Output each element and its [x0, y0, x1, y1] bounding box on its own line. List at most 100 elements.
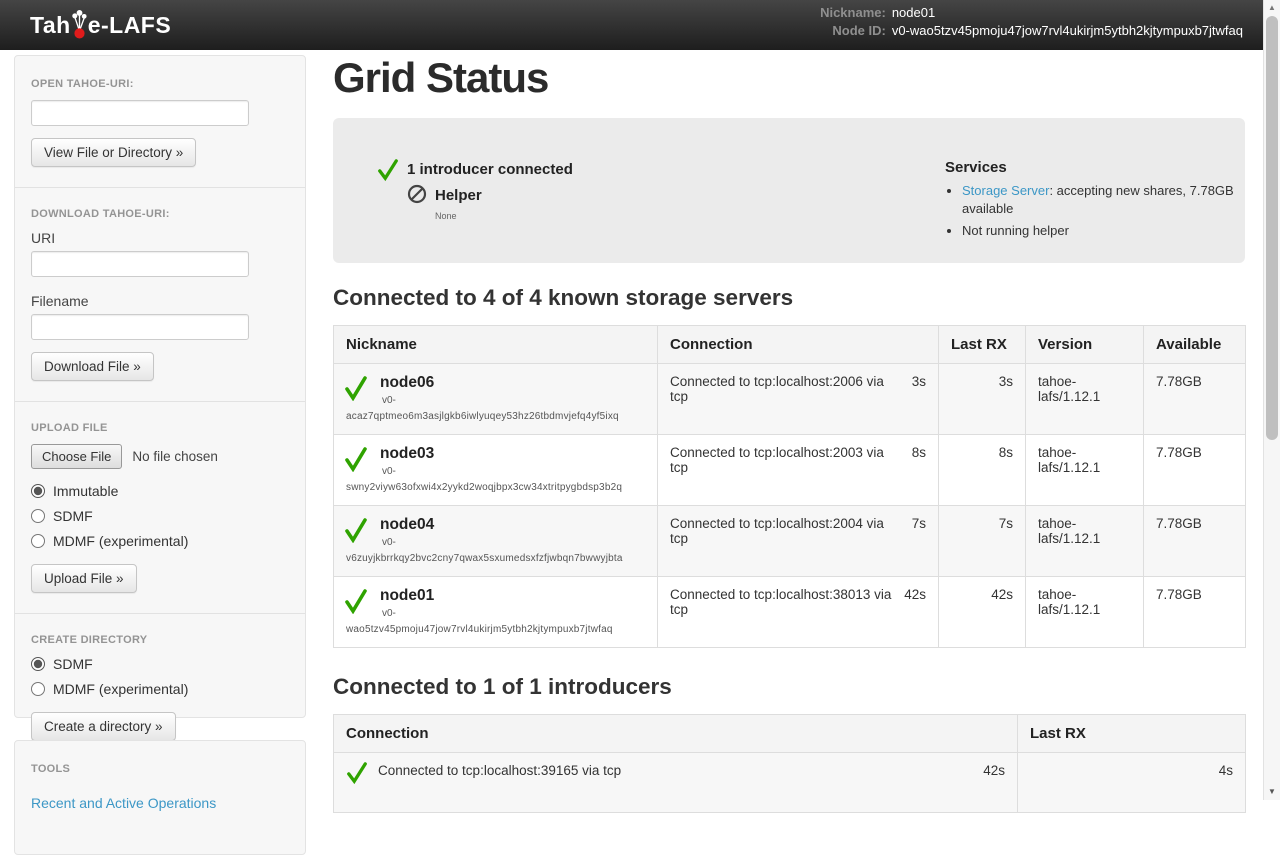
version-value: tahoe-lafs/1.12.1: [1026, 435, 1144, 506]
introducers-table-header: ConnectionLast RX: [334, 715, 1246, 753]
server-nickname: node06: [380, 374, 645, 393]
introducer-status: 1 introducer connected: [377, 158, 945, 182]
connection-text: Connected to tcp:localhost:2003 via tcp: [670, 445, 904, 475]
server-nodeid: v0-acaz7qptmeo6m3asjlgkb6iwlyuqey53hz26t…: [346, 395, 645, 423]
radio-label: MDMF (experimental): [53, 681, 188, 697]
column-header: Connection: [334, 715, 1018, 753]
mkdir-format-radio[interactable]: SDMF: [31, 656, 289, 672]
storage-server-link[interactable]: Storage Server: [962, 183, 1049, 198]
status-summary-box: 1 introducer connected Helper None Servi…: [333, 118, 1245, 263]
divider: [15, 187, 305, 188]
radio-label: SDMF: [53, 508, 93, 524]
helper-value: None: [435, 211, 945, 221]
column-header: Connection: [658, 326, 939, 364]
divider: [15, 613, 305, 614]
connected-check-icon: [344, 446, 368, 472]
create-directory-label: CREATE DIRECTORY: [31, 634, 289, 646]
helper-status: Helper: [407, 184, 945, 208]
choose-file-button[interactable]: Choose File: [31, 444, 122, 469]
radio-label: Immutable: [53, 483, 118, 499]
logo-text-prefix: Tah: [30, 12, 71, 39]
introducer-row: Connected to tcp:localhost:39165 via tcp…: [334, 753, 1246, 813]
upload-format-radio[interactable]: Immutable: [31, 483, 289, 499]
view-file-button[interactable]: View File or Directory »: [31, 138, 196, 167]
storage-servers-heading: Connected to 4 of 4 known storage server…: [333, 285, 1245, 311]
download-file-button[interactable]: Download File »: [31, 352, 154, 381]
column-header: Nickname: [334, 326, 658, 364]
download-uri-input[interactable]: [31, 251, 249, 277]
services-list: Storage Server: accepting new shares, 7.…: [945, 182, 1245, 240]
connected-check-icon: [344, 517, 368, 543]
connected-check-icon: [344, 375, 368, 401]
sidebar-forms-panel: OPEN TAHOE-URI: View File or Directory »…: [14, 55, 306, 718]
upload-format-radio[interactable]: MDMF (experimental): [31, 533, 289, 549]
sidebar-tools-panel: TOOLS Recent and Active Operations: [14, 740, 306, 855]
last-rx-value: 42s: [939, 577, 1026, 648]
recent-operations-link[interactable]: Recent and Active Operations: [31, 795, 216, 811]
uri-field-label: URI: [31, 230, 289, 246]
nickname-value: node01: [892, 6, 1243, 20]
main-content: Grid Status 1 introducer connected Helpe…: [333, 50, 1245, 813]
version-value: tahoe-lafs/1.12.1: [1026, 364, 1144, 435]
available-value: 7.78GB: [1144, 435, 1246, 506]
connected-check-icon: [344, 588, 368, 614]
column-header: Available: [1144, 326, 1246, 364]
download-filename-input[interactable]: [31, 314, 249, 340]
tools-label: TOOLS: [31, 763, 289, 775]
connected-check-icon: [377, 158, 399, 182]
mkdir-format-radio[interactable]: MDMF (experimental): [31, 681, 289, 697]
connection-text: Connected to tcp:localhost:2006 via tcp: [670, 374, 904, 404]
filename-field-label: Filename: [31, 293, 289, 309]
server-nickname: node03: [380, 445, 645, 464]
connection-text: Connected to tcp:localhost:39165 via tcp: [378, 763, 621, 778]
server-nodeid: v0-v6zuyjkbrrkqy2bvc2cny7qwax5sxumedsxfz…: [346, 537, 645, 565]
connected-check-icon: [346, 761, 368, 785]
scrollbar-down-icon[interactable]: ▼: [1264, 784, 1280, 800]
available-value: 7.78GB: [1144, 506, 1246, 577]
download-uri-label: DOWNLOAD TAHOE-URI:: [31, 208, 289, 220]
connection-time: 8s: [912, 445, 926, 475]
logo-balloon-icon: [71, 8, 88, 40]
helper-none-icon: [407, 184, 427, 208]
storage-table-header: NicknameConnectionLast RXVersionAvailabl…: [334, 326, 1246, 364]
upload-format-radio[interactable]: SDMF: [31, 508, 289, 524]
connection-time: 7s: [912, 516, 926, 546]
scrollbar[interactable]: ▲ ▼: [1263, 0, 1280, 800]
server-nodeid: v0-wao5tzv45pmoju47jow7rvl4ukirjm5ytbh2k…: [346, 608, 645, 636]
scrollbar-thumb[interactable]: [1266, 16, 1278, 440]
app-logo: Tah e-LAFS: [30, 9, 171, 41]
radio-label: SDMF: [53, 656, 93, 672]
radio-input[interactable]: [31, 682, 45, 696]
radio-input[interactable]: [31, 509, 45, 523]
introducer-status-text: 1 introducer connected: [407, 158, 573, 178]
node-info: Nickname: node01 Node ID: v0-wao5tzv45pm…: [820, 6, 1243, 38]
scrollbar-up-icon[interactable]: ▲: [1264, 0, 1280, 16]
open-uri-input[interactable]: [31, 100, 249, 126]
helper-label: Helper: [435, 184, 482, 204]
services-title: Services: [945, 159, 1245, 176]
nickname-label: Nickname:: [820, 6, 886, 20]
file-chosen-status: No file chosen: [132, 449, 218, 464]
connection-text: Connected to tcp:localhost:38013 via tcp: [670, 587, 896, 617]
column-header: Last RX: [1018, 715, 1246, 753]
upload-file-button[interactable]: Upload File »: [31, 564, 137, 593]
last-rx-value: 4s: [1018, 753, 1246, 813]
last-rx-value: 7s: [939, 506, 1026, 577]
column-header: Last RX: [939, 326, 1026, 364]
server-nodeid: v0-swny2viyw63ofxwi4x2yykd2woqjbpx3cw34x…: [346, 466, 645, 494]
page-title: Grid Status: [333, 54, 1245, 102]
storage-server-row: node03 v0-swny2viyw63ofxwi4x2yykd2woqjbp…: [334, 435, 1246, 506]
connection-time: 42s: [983, 763, 1005, 778]
introducers-table: ConnectionLast RX Connected to tcp:local…: [333, 714, 1246, 813]
divider: [15, 401, 305, 402]
last-rx-value: 8s: [939, 435, 1026, 506]
radio-input[interactable]: [31, 484, 45, 498]
server-nickname: node01: [380, 587, 645, 606]
mkdir-format-radio-group: SDMF MDMF (experimental): [31, 656, 289, 697]
radio-label: MDMF (experimental): [53, 533, 188, 549]
radio-input[interactable]: [31, 534, 45, 548]
column-header: Version: [1026, 326, 1144, 364]
logo-text-suffix: e-LAFS: [88, 12, 172, 39]
create-directory-button[interactable]: Create a directory »: [31, 712, 176, 741]
radio-input[interactable]: [31, 657, 45, 671]
